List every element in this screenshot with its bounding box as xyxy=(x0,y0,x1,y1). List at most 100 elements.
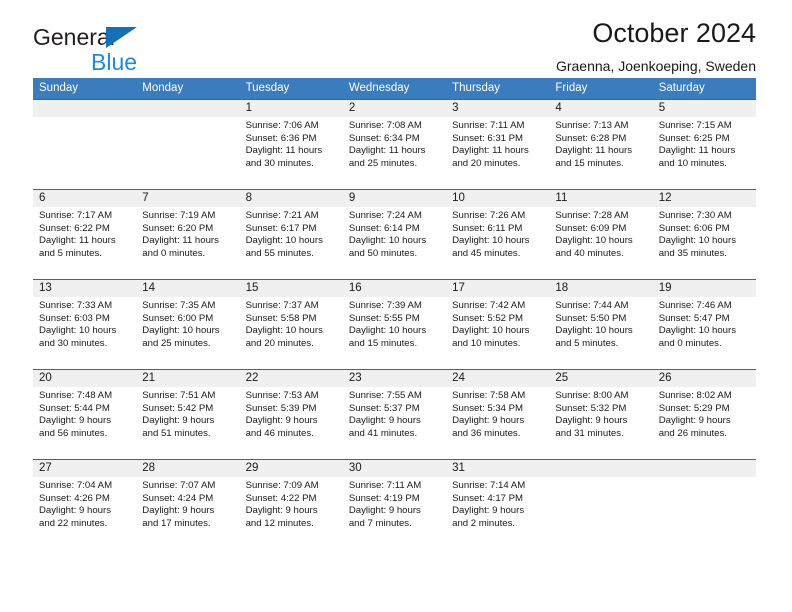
daylight-duration-line1: Daylight: 9 hours xyxy=(39,415,111,427)
daylight-duration-line2: and 30 minutes. xyxy=(245,157,314,169)
day-number: 11 xyxy=(549,190,653,207)
day-cell[interactable]: 6 Sunrise: 7:17 AM Sunset: 6:22 PM Daylight… xyxy=(33,190,137,279)
daylight-duration-line1: Daylight: 9 hours xyxy=(348,415,421,427)
calendar-page: General Blue October 2024 Graenna, Joenk… xyxy=(0,0,792,612)
day-cell[interactable]: 18 Sunrise: 7:44 AM Sunset: 5:50 PM Dayligh… xyxy=(549,280,653,369)
day-number: 12 xyxy=(652,190,756,207)
daylight-duration-line2: and 10 minutes. xyxy=(452,337,521,349)
calendar-grid: Sunday Monday Tuesday Wednesday Thursday… xyxy=(33,78,756,549)
day-sun-info: Sunrise: 7:15 AM Sunset: 6:25 PM Daylight:… xyxy=(653,117,756,170)
day-cell-empty xyxy=(136,100,240,189)
day-cell[interactable]: 9 Sunrise: 7:24 AM Sunset: 6:14 PM Daylight… xyxy=(342,190,447,279)
day-cell[interactable]: 2 Sunrise: 7:08 AM Sunset: 6:34 PM Daylight… xyxy=(342,100,447,189)
day-cell[interactable]: 3 Sunrise: 7:11 AM Sunset: 6:31 PM Daylight… xyxy=(446,100,550,189)
daylight-duration-line2: and 20 minutes. xyxy=(452,157,521,169)
sunrise-time: Sunrise: 7:33 AM xyxy=(39,300,113,311)
week-row: 6 Sunrise: 7:17 AM Sunset: 6:22 PM Daylight… xyxy=(33,189,756,279)
page-header: General Blue October 2024 Graenna, Joenk… xyxy=(33,0,756,78)
sunset-time: Sunset: 5:55 PM xyxy=(348,312,420,324)
daylight-duration-line2: and 22 minutes. xyxy=(39,517,108,529)
day-cell[interactable]: 4 Sunrise: 7:13 AM Sunset: 6:28 PM Daylight… xyxy=(549,100,653,189)
day-number: 14 xyxy=(136,280,240,297)
day-sun-info: Sunrise: 8:02 AM Sunset: 5:29 PM Daylight:… xyxy=(653,387,756,440)
generalblue-logo[interactable]: General Blue xyxy=(33,26,243,82)
day-cell[interactable]: 11 Sunrise: 7:28 AM Sunset: 6:09 PM Dayligh… xyxy=(549,190,653,279)
sunset-time: Sunset: 5:29 PM xyxy=(658,402,730,414)
day-sun-info: Sunrise: 7:08 AM Sunset: 6:34 PM Daylight:… xyxy=(343,117,446,170)
day-cell[interactable]: 19 Sunrise: 7:46 AM Sunset: 5:47 PM Dayligh… xyxy=(652,280,756,369)
logo-text-general: General xyxy=(33,24,115,50)
page-title: October 2024 xyxy=(592,18,756,48)
sunset-time: Sunset: 5:58 PM xyxy=(245,312,317,324)
sunset-time: Sunset: 5:34 PM xyxy=(452,402,524,414)
sunset-time: Sunset: 6:09 PM xyxy=(555,222,627,234)
weekday-header-thursday: Thursday xyxy=(452,82,501,94)
sunrise-time: Sunrise: 7:26 AM xyxy=(452,210,526,221)
daylight-duration-line2: and 12 minutes. xyxy=(245,517,314,529)
day-cell[interactable]: 25 Sunrise: 8:00 AM Sunset: 5:32 PM Dayligh… xyxy=(549,370,653,459)
sunrise-time: Sunrise: 7:19 AM xyxy=(142,210,216,221)
day-cell[interactable]: 5 Sunrise: 7:15 AM Sunset: 6:25 PM Daylight… xyxy=(652,100,756,189)
daylight-duration-line2: and 0 minutes. xyxy=(142,247,206,259)
sunrise-time: Sunrise: 7:58 AM xyxy=(452,390,526,401)
week-row: 20 Sunrise: 7:48 AM Sunset: 5:44 PM Dayligh… xyxy=(33,369,756,459)
sunset-time: Sunset: 5:52 PM xyxy=(452,312,524,324)
day-number: 24 xyxy=(446,370,550,387)
logo-text-blue: Blue xyxy=(91,49,138,75)
day-number: 31 xyxy=(446,460,550,477)
day-cell[interactable]: 23 Sunrise: 7:55 AM Sunset: 5:37 PM Dayligh… xyxy=(342,370,447,459)
day-number: 23 xyxy=(342,370,447,387)
daylight-duration-line2: and 56 minutes. xyxy=(39,427,108,439)
day-cell[interactable]: 13 Sunrise: 7:33 AM Sunset: 6:03 PM Dayligh… xyxy=(33,280,137,369)
day-sun-info: Sunrise: 7:04 AM Sunset: 4:26 PM Daylight:… xyxy=(33,477,136,530)
day-cell[interactable]: 17 Sunrise: 7:42 AM Sunset: 5:52 PM Dayligh… xyxy=(446,280,550,369)
day-sun-info: Sunrise: 7:26 AM Sunset: 6:11 PM Daylight:… xyxy=(446,207,549,260)
day-cell[interactable]: 1 Sunrise: 7:06 AM Sunset: 6:36 PM Daylight… xyxy=(239,100,343,189)
day-cell[interactable]: 20 Sunrise: 7:48 AM Sunset: 5:44 PM Dayligh… xyxy=(33,370,137,459)
day-number: 30 xyxy=(342,460,447,477)
sunset-time: Sunset: 6:14 PM xyxy=(348,222,420,234)
daylight-duration-line1: Daylight: 10 hours xyxy=(555,325,633,337)
daylight-duration-line1: Daylight: 9 hours xyxy=(658,415,731,427)
sunset-time: Sunset: 4:26 PM xyxy=(39,492,110,504)
day-cell[interactable]: 21 Sunrise: 7:51 AM Sunset: 5:42 PM Dayligh… xyxy=(136,370,240,459)
sunrise-time: Sunrise: 7:55 AM xyxy=(348,390,422,401)
daylight-duration-line1: Daylight: 11 hours xyxy=(245,145,323,157)
day-cell[interactable]: 22 Sunrise: 7:53 AM Sunset: 5:39 PM Dayligh… xyxy=(239,370,343,459)
day-cell[interactable]: 28 Sunrise: 7:07 AM Sunset: 4:24 PM Dayligh… xyxy=(136,460,240,549)
day-cell[interactable]: 27 Sunrise: 7:04 AM Sunset: 4:26 PM Dayligh… xyxy=(33,460,137,549)
day-cell[interactable]: 16 Sunrise: 7:39 AM Sunset: 5:55 PM Dayligh… xyxy=(342,280,447,369)
weekday-header-friday: Friday xyxy=(555,82,588,94)
day-sun-info: Sunrise: 7:11 AM Sunset: 4:19 PM Daylight:… xyxy=(343,477,446,530)
daylight-duration-line2: and 2 minutes. xyxy=(452,517,516,529)
sunset-time: Sunset: 4:17 PM xyxy=(452,492,524,504)
page-subtitle-location: Graenna, Joenkoeping, Sweden xyxy=(555,58,756,75)
day-sun-info: Sunrise: 7:35 AM Sunset: 6:00 PM Daylight:… xyxy=(136,297,239,350)
day-cell[interactable]: 24 Sunrise: 7:58 AM Sunset: 5:34 PM Dayligh… xyxy=(446,370,550,459)
sunrise-time: Sunrise: 7:46 AM xyxy=(658,300,732,311)
day-cell[interactable]: 8 Sunrise: 7:21 AM Sunset: 6:17 PM Daylight… xyxy=(239,190,343,279)
day-cell[interactable]: 30 Sunrise: 7:11 AM Sunset: 4:19 PM Dayligh… xyxy=(342,460,447,549)
daylight-duration-line1: Daylight: 10 hours xyxy=(348,325,427,337)
daylight-duration-line1: Daylight: 10 hours xyxy=(658,235,737,247)
day-cell[interactable]: 15 Sunrise: 7:37 AM Sunset: 5:58 PM Dayligh… xyxy=(239,280,343,369)
day-cell[interactable]: 29 Sunrise: 7:09 AM Sunset: 4:22 PM Dayligh… xyxy=(239,460,343,549)
sunset-time: Sunset: 6:22 PM xyxy=(39,222,110,234)
day-cell[interactable]: 26 Sunrise: 8:02 AM Sunset: 5:29 PM Dayligh… xyxy=(652,370,756,459)
day-sun-info: Sunrise: 7:55 AM Sunset: 5:37 PM Daylight:… xyxy=(343,387,446,440)
daylight-duration-line2: and 35 minutes. xyxy=(658,247,727,259)
day-cell[interactable]: 12 Sunrise: 7:30 AM Sunset: 6:06 PM Dayligh… xyxy=(652,190,756,279)
sunset-time: Sunset: 6:31 PM xyxy=(452,132,524,144)
day-sun-info: Sunrise: 7:37 AM Sunset: 5:58 PM Daylight:… xyxy=(240,297,343,350)
day-cell[interactable]: 31 Sunrise: 7:14 AM Sunset: 4:17 PM Dayligh… xyxy=(446,460,550,549)
sunrise-time: Sunrise: 7:15 AM xyxy=(658,120,732,131)
day-cell[interactable]: 7 Sunrise: 7:19 AM Sunset: 6:20 PM Daylight… xyxy=(136,190,240,279)
day-cell[interactable]: 14 Sunrise: 7:35 AM Sunset: 6:00 PM Dayligh… xyxy=(136,280,240,369)
daylight-duration-line1: Daylight: 9 hours xyxy=(452,505,525,517)
sunset-time: Sunset: 5:50 PM xyxy=(555,312,627,324)
day-cell[interactable]: 10 Sunrise: 7:26 AM Sunset: 6:11 PM Dayligh… xyxy=(446,190,550,279)
daylight-duration-line1: Daylight: 10 hours xyxy=(452,235,530,247)
daylight-duration-line2: and 25 minutes. xyxy=(142,337,211,349)
day-sun-info: Sunrise: 7:06 AM Sunset: 6:36 PM Daylight:… xyxy=(240,117,343,170)
day-number: 19 xyxy=(652,280,756,297)
